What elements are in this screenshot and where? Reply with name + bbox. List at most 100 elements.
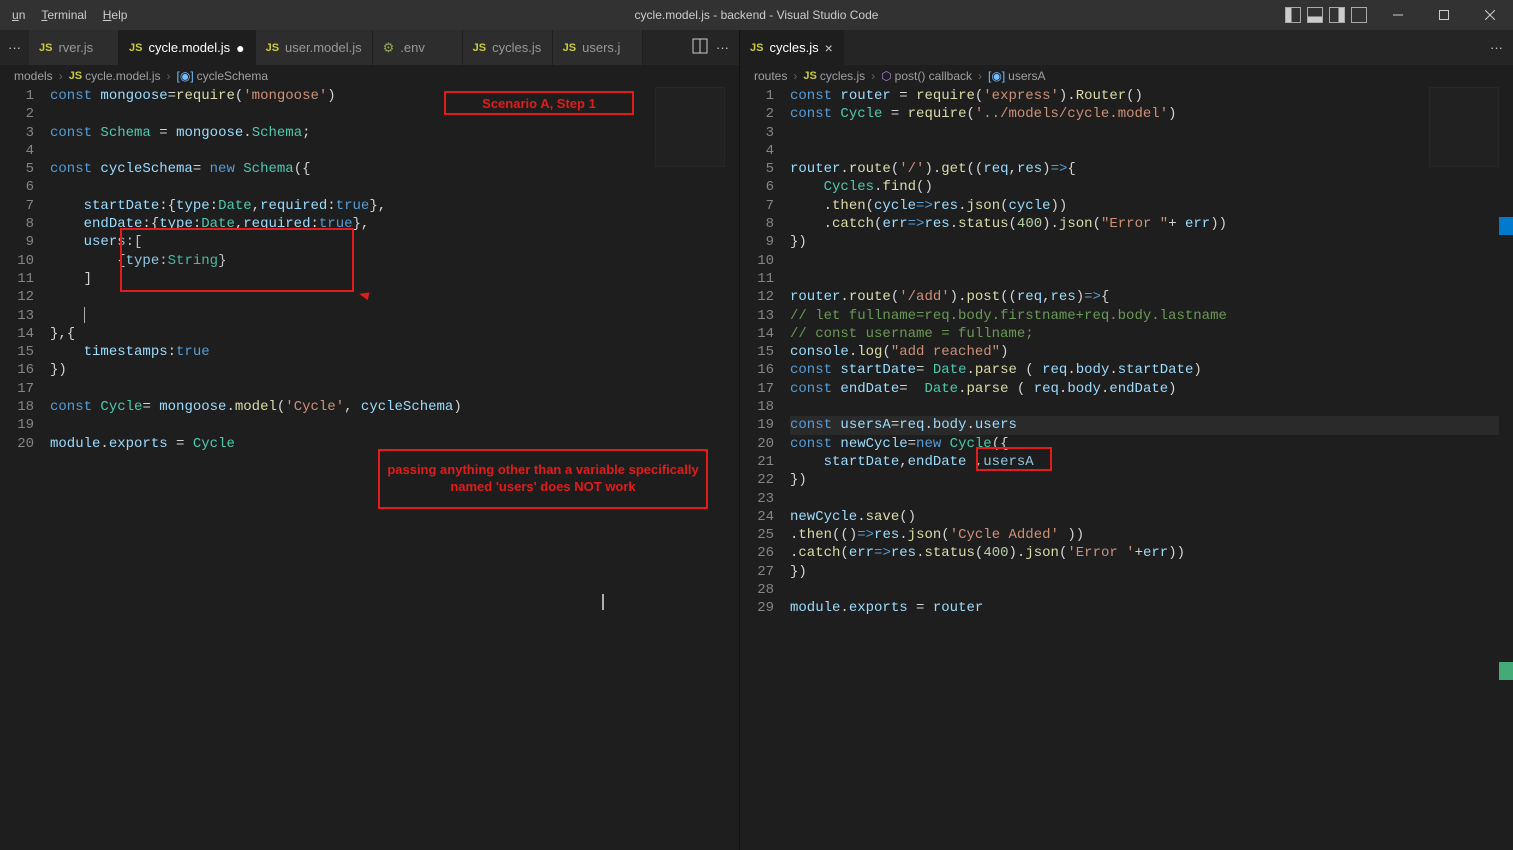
code-line[interactable] — [50, 380, 739, 398]
code-line[interactable] — [50, 178, 739, 196]
tab-user-model-js[interactable]: JSuser.model.js — [256, 30, 373, 65]
line-number[interactable]: 5 — [0, 160, 34, 178]
code-line[interactable]: }) — [790, 233, 1513, 251]
layout-sidebar-right-icon[interactable] — [1329, 7, 1345, 23]
code-line[interactable]: // const username = fullname; — [790, 325, 1513, 343]
line-number[interactable]: 7 — [740, 197, 774, 215]
code-line[interactable] — [50, 142, 739, 160]
line-number[interactable]: 2 — [0, 105, 34, 123]
code-line[interactable]: }) — [50, 361, 739, 379]
code-line[interactable]: newCycle.save() — [790, 508, 1513, 526]
maximize-button[interactable] — [1421, 0, 1467, 30]
tab-cycles-js[interactable]: JScycles.js — [463, 30, 553, 65]
code-line[interactable]: timestamps:true — [50, 343, 739, 361]
line-number[interactable]: 19 — [740, 416, 774, 434]
breadcrumb-item[interactable]: [◉]usersA — [988, 69, 1046, 83]
line-number[interactable]: 18 — [740, 398, 774, 416]
line-number[interactable]: 18 — [0, 398, 34, 416]
line-number[interactable]: 29 — [740, 599, 774, 617]
code-line[interactable] — [790, 398, 1513, 416]
code-line[interactable] — [790, 581, 1513, 599]
line-number[interactable]: 8 — [740, 215, 774, 233]
layout-customize-icon[interactable] — [1351, 7, 1367, 23]
scrollbar-left[interactable] — [725, 87, 739, 850]
line-number[interactable]: 12 — [740, 288, 774, 306]
breadcrumb-item[interactable]: JScycles.js — [803, 69, 865, 83]
code-line[interactable]: const Cycle = require('../models/cycle.m… — [790, 105, 1513, 123]
line-number[interactable]: 2 — [740, 105, 774, 123]
line-number[interactable]: 9 — [740, 233, 774, 251]
code-line[interactable]: Cycles.find() — [790, 178, 1513, 196]
line-number[interactable]: 20 — [0, 435, 34, 453]
minimize-button[interactable] — [1375, 0, 1421, 30]
menu-item-un[interactable]: un — [4, 0, 33, 30]
code-line[interactable]: .catch(err=>res.status(400).json('Error … — [790, 544, 1513, 562]
code-line[interactable]: router.route('/add').post((req,res)=>{ — [790, 288, 1513, 306]
line-number[interactable]: 9 — [0, 233, 34, 251]
line-number[interactable]: 13 — [0, 307, 34, 325]
scrollbar-right[interactable] — [1499, 87, 1513, 850]
line-number[interactable]: 19 — [0, 416, 34, 434]
line-number[interactable]: 25 — [740, 526, 774, 544]
close-button[interactable] — [1467, 0, 1513, 30]
close-icon[interactable]: × — [825, 40, 833, 56]
breadcrumb-item[interactable]: ⬡post() callback — [881, 69, 972, 83]
line-number[interactable]: 14 — [0, 325, 34, 343]
line-number[interactable]: 6 — [740, 178, 774, 196]
code-line[interactable]: console.log("add reached") — [790, 343, 1513, 361]
code-line[interactable]: router.route('/').get((req,res)=>{ — [790, 160, 1513, 178]
code-line[interactable]: startDate,endDate ,usersA — [790, 453, 1513, 471]
line-number[interactable]: 24 — [740, 508, 774, 526]
breadcrumb-item[interactable]: models — [14, 69, 53, 83]
code-line[interactable]: const Cycle= mongoose.model('Cycle', cyc… — [50, 398, 739, 416]
line-number[interactable]: 26 — [740, 544, 774, 562]
line-number[interactable]: 4 — [0, 142, 34, 160]
line-number[interactable]: 23 — [740, 490, 774, 508]
code-line[interactable] — [50, 416, 739, 434]
line-number[interactable]: 1 — [740, 87, 774, 105]
breadcrumbs-left[interactable]: models › JScycle.model.js › [◉]cycleSche… — [0, 65, 739, 87]
code-line[interactable]: // let fullname=req.body.firstname+req.b… — [790, 307, 1513, 325]
line-number[interactable]: 13 — [740, 307, 774, 325]
line-number[interactable]: 3 — [0, 124, 34, 142]
line-number[interactable]: 4 — [740, 142, 774, 160]
line-number[interactable]: 1 — [0, 87, 34, 105]
line-number[interactable]: 27 — [740, 563, 774, 581]
layout-panel-bottom-icon[interactable] — [1307, 7, 1323, 23]
code-line[interactable] — [790, 270, 1513, 288]
line-number[interactable]: 7 — [0, 197, 34, 215]
code-line[interactable]: const cycleSchema= new Schema({ — [50, 160, 739, 178]
code-line[interactable] — [50, 307, 739, 325]
breadcrumb-item[interactable]: JScycle.model.js — [69, 69, 161, 83]
tabs-overflow-left-icon[interactable]: ··· — [0, 30, 29, 65]
breadcrumbs-right[interactable]: routes › JScycles.js › ⬡post() callback … — [740, 65, 1513, 87]
line-number[interactable]: 16 — [0, 361, 34, 379]
code-line[interactable]: const endDate= Date.parse ( req.body.end… — [790, 380, 1513, 398]
code-line[interactable]: }) — [790, 563, 1513, 581]
line-number[interactable]: 3 — [740, 124, 774, 142]
layout-sidebar-left-icon[interactable] — [1285, 7, 1301, 23]
line-number[interactable]: 14 — [740, 325, 774, 343]
code-line[interactable]: const usersA=req.body.users — [790, 416, 1513, 434]
breadcrumb-item[interactable]: [◉]cycleSchema — [177, 69, 269, 83]
line-number[interactable]: 28 — [740, 581, 774, 599]
line-number[interactable]: 15 — [740, 343, 774, 361]
split-editor-icon[interactable] — [692, 38, 708, 57]
line-number[interactable]: 21 — [740, 453, 774, 471]
minimap-left[interactable] — [655, 87, 725, 167]
code-line[interactable] — [790, 490, 1513, 508]
line-number[interactable]: 17 — [740, 380, 774, 398]
line-number[interactable]: 20 — [740, 435, 774, 453]
code-line[interactable]: const newCycle=new Cycle({ — [790, 435, 1513, 453]
line-number[interactable]: 11 — [740, 270, 774, 288]
more-actions-icon[interactable]: ··· — [1490, 40, 1503, 55]
line-number[interactable]: 16 — [740, 361, 774, 379]
tab-cycle-model-js[interactable]: JScycle.model.js● — [119, 30, 256, 65]
code-line[interactable] — [790, 252, 1513, 270]
tab--env[interactable]: ⚙.env — [373, 30, 463, 65]
dirty-indicator-icon[interactable]: ● — [236, 40, 244, 56]
code-line[interactable]: startDate:{type:Date,required:true}, — [50, 197, 739, 215]
editor-right[interactable]: 1234567891011121314151617181920212223242… — [740, 87, 1513, 850]
code-line[interactable]: .then(cycle=>res.json(cycle)) — [790, 197, 1513, 215]
code-line[interactable] — [790, 124, 1513, 142]
